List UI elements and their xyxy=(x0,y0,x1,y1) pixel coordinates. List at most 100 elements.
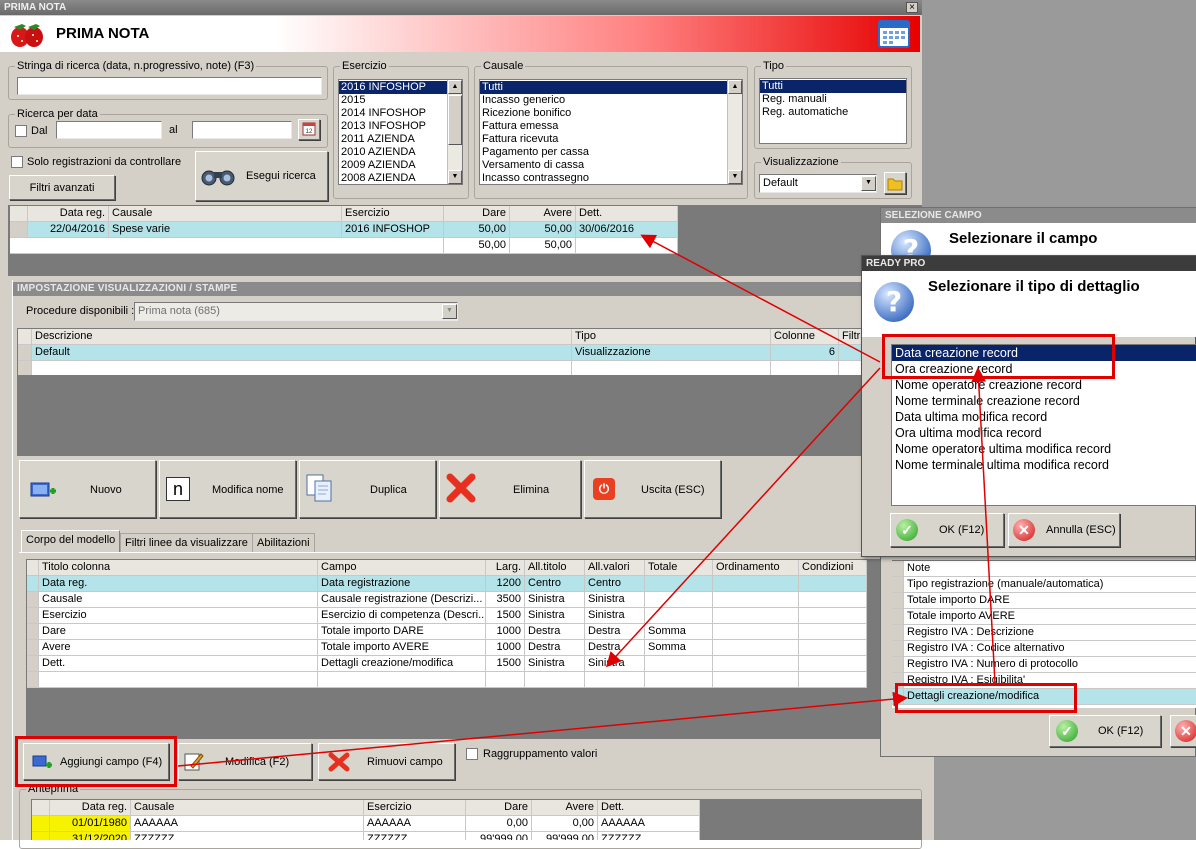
column-header[interactable]: Totale xyxy=(645,560,713,576)
list-item[interactable]: Fattura emessa xyxy=(480,120,742,133)
delete-button[interactable]: Elimina xyxy=(439,460,581,518)
models-table[interactable]: Descrizione Tipo Colonne Filtrato Defaul… xyxy=(18,329,922,375)
table-row[interactable]: Default Visualizzazione 6 xyxy=(18,345,922,361)
causale-list[interactable]: Tutti Incasso generico Ricezione bonific… xyxy=(479,79,743,185)
only-to-check-checkbox[interactable] xyxy=(11,156,23,168)
list-item[interactable]: Registro IVA : Numero di protocollo xyxy=(892,657,1196,673)
list-item[interactable]: Ora ultima modifica record xyxy=(892,425,1196,441)
column-header[interactable]: Avere xyxy=(510,206,576,222)
search-input[interactable] xyxy=(17,77,322,95)
list-item[interactable]: Nome terminale creazione record xyxy=(892,393,1196,409)
list-item[interactable]: Fattura ricevuta xyxy=(480,133,742,146)
duplicate-button[interactable]: Duplica xyxy=(299,460,436,518)
column-header[interactable]: Data reg. xyxy=(28,206,109,222)
table-row[interactable]: Data reg. Data registrazione 1200 Centro Cen… xyxy=(27,576,867,592)
list-item[interactable]: 2011 AZIENDA xyxy=(339,133,462,146)
run-search-button[interactable]: Esegui ricerca xyxy=(195,151,328,201)
tab-corpo-modello[interactable]: Corpo del modello xyxy=(21,530,121,552)
list-item[interactable]: 2015 xyxy=(339,94,462,107)
scroll-down-icon[interactable]: ▼ xyxy=(728,170,742,184)
columns-table[interactable]: Titolo colonna Campo Larg. All.titolo Al… xyxy=(27,560,867,688)
date-picker-button[interactable]: 12 xyxy=(298,119,320,140)
table-row[interactable]: Dett. Dettagli creazione/modifica 1500 Sini… xyxy=(27,656,867,672)
column-header[interactable]: Descrizione xyxy=(32,329,572,345)
scroll-thumb[interactable] xyxy=(448,95,462,145)
dal-checkbox[interactable] xyxy=(15,125,27,137)
column-header[interactable]: Larg. xyxy=(486,560,525,576)
list-item[interactable]: Incasso generico xyxy=(480,94,742,107)
column-header[interactable]: Ordinamento xyxy=(713,560,799,576)
column-header[interactable]: Titolo colonna xyxy=(39,560,318,576)
remove-field-button[interactable]: Rimuovi campo xyxy=(318,743,455,780)
list-item[interactable]: Tutti xyxy=(760,80,906,93)
list-item[interactable]: 2009 AZIENDA xyxy=(339,159,462,172)
rename-button[interactable]: n Modifica nome xyxy=(159,460,296,518)
table-row[interactable]: Esercizio Esercizio di competenza (Descri… xyxy=(27,608,867,624)
list-item[interactable]: 2008 AZIENDA xyxy=(339,172,462,184)
table-row[interactable]: Causale Causale registrazione (Descrizi..… xyxy=(27,592,867,608)
list-item[interactable]: Totale importo DARE xyxy=(892,593,1196,609)
list-item[interactable]: Nome operatore ultima modifica record xyxy=(892,441,1196,457)
column-header[interactable]: Tipo xyxy=(572,329,771,345)
select-field-ok-button[interactable]: ✓ OK (F12) xyxy=(1049,715,1161,747)
list-item[interactable]: Data ultima modifica record xyxy=(892,409,1196,425)
tipo-list[interactable]: Tutti Reg. manuali Reg. automatiche xyxy=(759,78,907,144)
table-row[interactable]: Dare Totale importo DARE 1000 Destra Destra S… xyxy=(27,624,867,640)
list-item[interactable]: Note xyxy=(892,561,1196,577)
list-item[interactable]: Pagamento per cassa xyxy=(480,146,742,159)
list-item[interactable]: Nome operatore creazione record xyxy=(892,377,1196,393)
chevron-down-icon[interactable]: ▼ xyxy=(861,176,876,191)
chevron-down-icon[interactable]: ▼ xyxy=(442,304,457,319)
tab-abilitazioni[interactable]: Abilitazioni xyxy=(252,533,315,553)
edit-field-button[interactable]: Modifica (F2) xyxy=(178,743,312,780)
tab-filtri-linee[interactable]: Filtri linee da visualizzare xyxy=(120,533,253,553)
window-close-button[interactable]: × xyxy=(906,2,918,13)
list-item[interactable]: 2013 INFOSHOP xyxy=(339,120,462,133)
calendar-icon[interactable] xyxy=(878,20,910,48)
list-item[interactable]: Ricezione bonifico xyxy=(480,107,742,120)
column-header[interactable]: All.titolo xyxy=(525,560,585,576)
list-item[interactable]: Incasso contrassegno xyxy=(480,172,742,184)
list-item[interactable]: Tipo registrazione (manuale/automatica) xyxy=(892,577,1196,593)
scroll-down-icon[interactable]: ▼ xyxy=(448,170,462,184)
list-item[interactable]: Nome terminale ultima modifica record xyxy=(892,457,1196,473)
open-folder-button[interactable] xyxy=(884,172,906,194)
list-item[interactable]: Registro IVA : Codice alternativo xyxy=(892,641,1196,657)
procedure-select[interactable]: Prima nota (685) ▼ xyxy=(134,302,458,321)
list-item[interactable]: Versamento di cassa xyxy=(480,159,742,172)
column-header[interactable]: All.valori xyxy=(585,560,645,576)
table-row[interactable] xyxy=(27,672,867,688)
column-header[interactable]: Condizioni xyxy=(799,560,867,576)
list-item[interactable]: 2016 INFOSHOP xyxy=(339,81,462,94)
scroll-up-icon[interactable]: ▲ xyxy=(728,80,742,94)
group-values-checkbox[interactable] xyxy=(466,748,478,760)
list-item[interactable]: Registro IVA : Descrizione xyxy=(892,625,1196,641)
detail-ok-button[interactable]: ✓ OK (F12) xyxy=(890,513,1004,547)
column-header[interactable]: Dare xyxy=(444,206,510,222)
new-button[interactable]: Nuovo xyxy=(19,460,156,518)
list-item[interactable]: Totale importo AVERE xyxy=(892,609,1196,625)
esercizio-list[interactable]: 2016 INFOSHOP 2015 2014 INFOSHOP 2013 IN… xyxy=(338,79,463,185)
list-item[interactable]: 2014 INFOSHOP xyxy=(339,107,462,120)
column-header[interactable]: Colonne xyxy=(771,329,839,345)
date-to-input[interactable] xyxy=(192,121,292,139)
visualizzazione-select[interactable]: Default ▼ xyxy=(759,174,877,193)
column-header[interactable]: Esercizio xyxy=(342,206,444,222)
results-table[interactable]: Data reg. Causale Esercizio Dare Avere D… xyxy=(10,206,678,254)
column-header[interactable]: Campo xyxy=(318,560,486,576)
date-from-input[interactable] xyxy=(56,121,162,139)
list-item[interactable]: Tutti xyxy=(480,81,742,94)
column-header[interactable]: Causale xyxy=(109,206,342,222)
scroll-up-icon[interactable]: ▲ xyxy=(448,80,462,94)
advanced-filters-button[interactable]: Filtri avanzati xyxy=(9,175,115,200)
select-field-cancel-button[interactable]: ✕ xyxy=(1170,715,1196,747)
table-row[interactable]: Avere Totale importo AVERE 1000 Destra Destr… xyxy=(27,640,867,656)
exit-button[interactable]: ⏻ Uscita (ESC) xyxy=(584,460,721,518)
list-item[interactable]: Reg. automatiche xyxy=(760,106,906,119)
list-item[interactable]: Reg. manuali xyxy=(760,93,906,106)
list-item[interactable]: 2010 AZIENDA xyxy=(339,146,462,159)
column-header[interactable]: Dett. xyxy=(576,206,678,222)
table-row[interactable]: 22/04/2016 Spese varie 2016 INFOSHOP 50,… xyxy=(10,222,678,238)
table-row[interactable] xyxy=(18,361,922,375)
esercizio-scrollbar[interactable]: ▲ ▼ xyxy=(447,80,462,184)
